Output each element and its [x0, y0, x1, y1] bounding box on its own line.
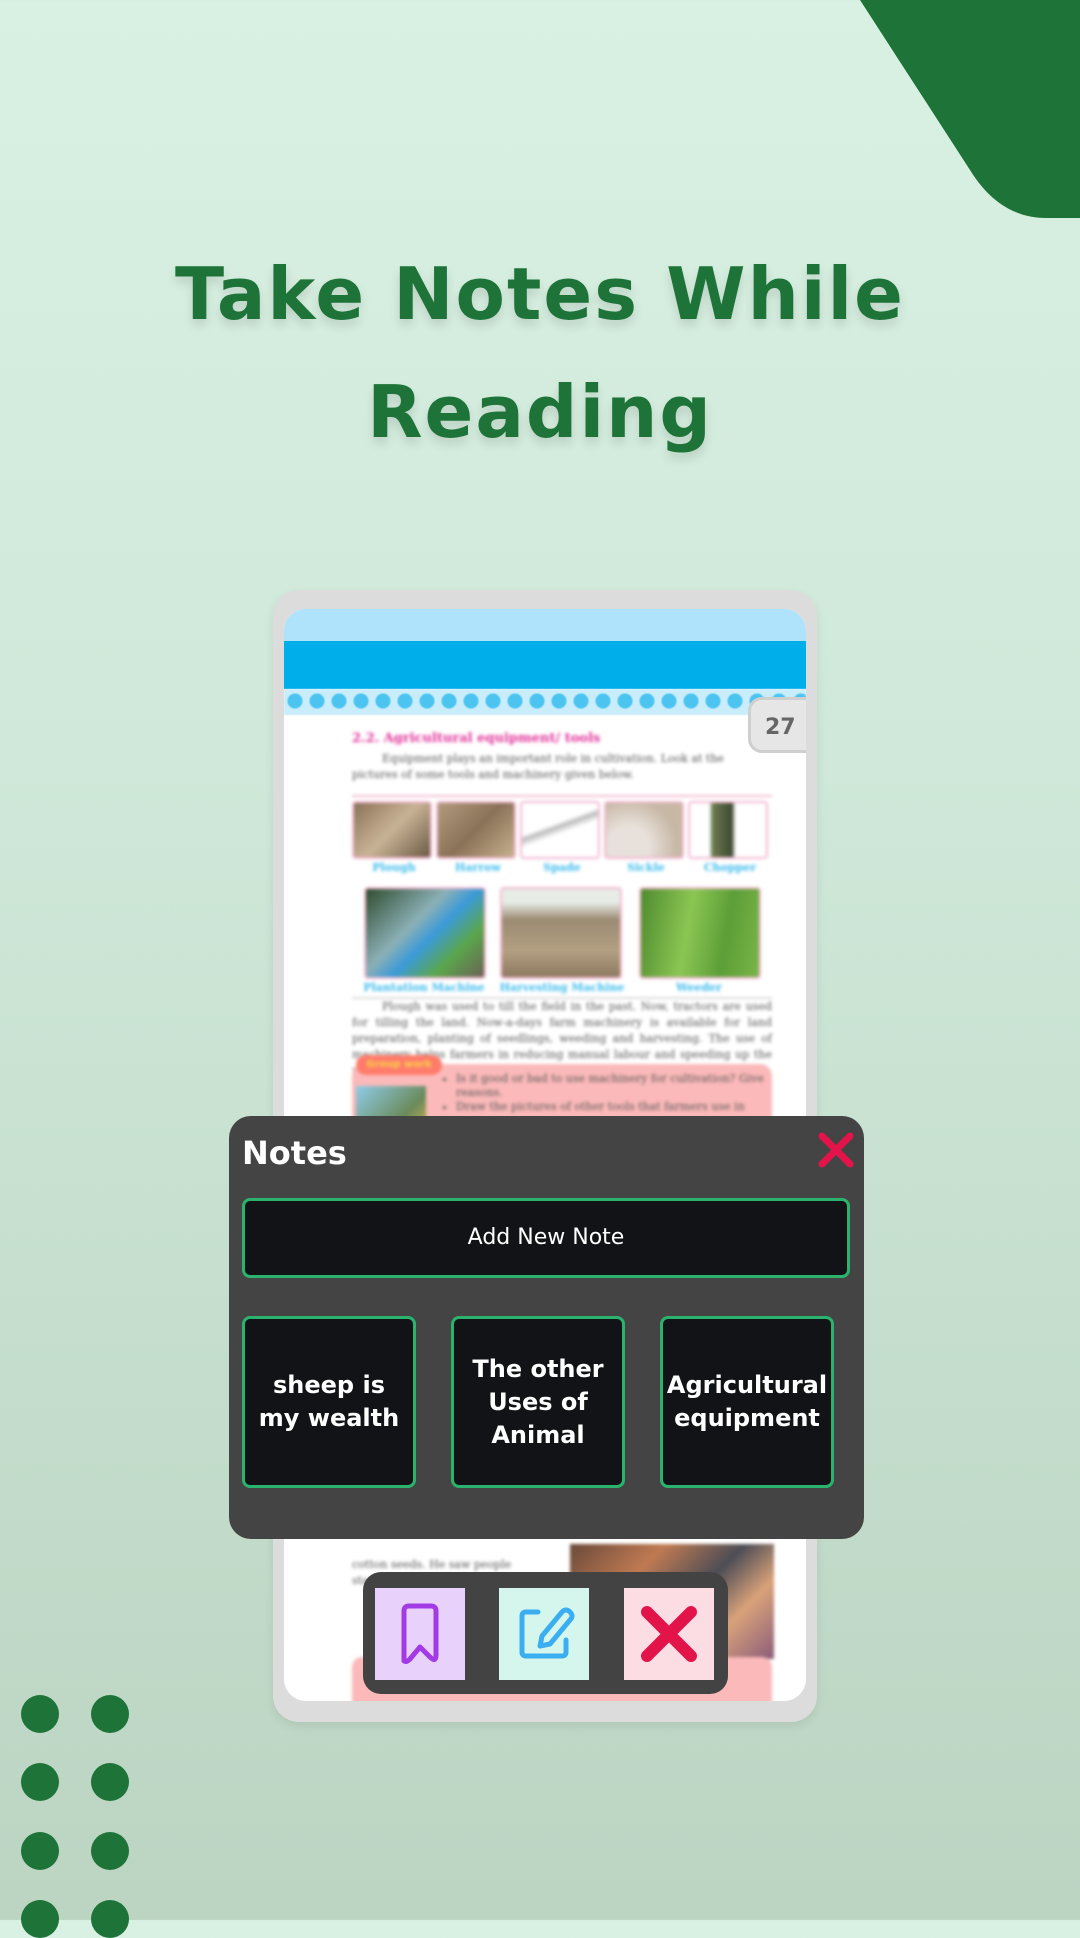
- corner-decoration: [860, 0, 1080, 218]
- caption: Sickle: [627, 861, 665, 874]
- plantation-machine-image: [364, 887, 486, 979]
- page-header-pattern: [284, 689, 806, 715]
- chopper-image: [688, 801, 768, 859]
- dot: [21, 1832, 59, 1870]
- close-icon: [818, 1132, 854, 1168]
- notes-dialog: Notes Add New Note sheep is my wealth Th…: [229, 1116, 864, 1539]
- plough-image: [352, 801, 432, 859]
- page-header-bar: [284, 641, 806, 689]
- note-title: Agricultural equipment: [666, 1371, 828, 1432]
- close-toolbar-button[interactable]: [624, 1588, 714, 1680]
- reader-toolbar: [363, 1572, 728, 1694]
- dot: [21, 1763, 59, 1801]
- headline: Take Notes While Reading: [0, 235, 1080, 471]
- caption: Plough: [372, 861, 416, 874]
- caption: Harvesting Machine: [499, 981, 625, 994]
- intro-paragraph: Equipment plays an important role in cul…: [352, 752, 724, 781]
- dot: [21, 1695, 59, 1733]
- bookmark-icon: [401, 1603, 439, 1665]
- note-card[interactable]: sheep is my wealth: [242, 1316, 416, 1488]
- group-work-item: Draw the pictures of other tools that fa…: [456, 1100, 776, 1114]
- group-work-list: Is it good or bad to use machinery for c…: [442, 1072, 776, 1114]
- dot: [91, 1695, 129, 1733]
- weeder-image: [639, 887, 761, 979]
- dot: [91, 1900, 129, 1938]
- sickle-image: [604, 801, 684, 859]
- close-notes-button[interactable]: [816, 1130, 856, 1170]
- dot: [91, 1763, 129, 1801]
- add-new-note-button[interactable]: Add New Note: [242, 1198, 850, 1278]
- note-card[interactable]: The other Uses of Animal: [451, 1316, 625, 1488]
- note-title: The other Uses of Animal: [472, 1354, 604, 1449]
- add-note-tool-button[interactable]: [499, 1588, 589, 1680]
- caption: Weeder: [676, 981, 722, 994]
- headline-line-2: Reading: [367, 370, 713, 454]
- caption: Plantation Machine: [363, 981, 485, 994]
- notes-title: Notes: [242, 1134, 347, 1172]
- tool-images: [352, 801, 772, 859]
- divider: [352, 795, 772, 797]
- section-title: 2.2. Agricultural equipment/ tools: [352, 731, 601, 746]
- dot: [21, 1900, 59, 1938]
- edit-note-icon: [519, 1607, 575, 1659]
- spade-image: [520, 801, 600, 859]
- close-icon: [641, 1606, 697, 1662]
- page-header-band: [284, 609, 806, 641]
- harvesting-machine-image: [500, 887, 622, 979]
- note-title: sheep is my wealth: [258, 1371, 400, 1432]
- group-work-item: Is it good or bad to use machinery for c…: [456, 1072, 776, 1100]
- bookmark-button[interactable]: [375, 1588, 465, 1680]
- note-card[interactable]: Agricultural equipment: [660, 1316, 834, 1488]
- group-work-tag: Group work: [356, 1055, 442, 1075]
- page-number-badge[interactable]: 27: [748, 697, 806, 753]
- harrow-image: [436, 801, 516, 859]
- caption: Harrow: [455, 861, 501, 874]
- headline-line-1: Take Notes While: [174, 252, 906, 336]
- caption: Chopper: [703, 861, 757, 874]
- dot: [91, 1832, 129, 1870]
- caption: Spade: [543, 861, 581, 874]
